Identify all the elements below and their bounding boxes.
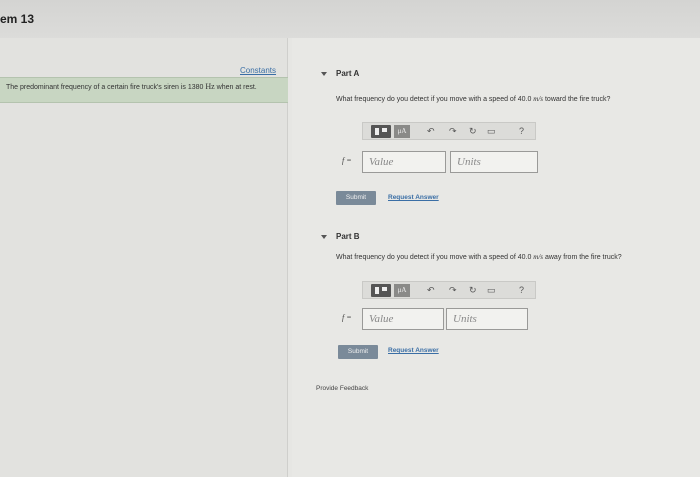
intro-unit: Hz	[205, 82, 215, 91]
intro-text: The predominant frequency of a certain f…	[6, 82, 276, 92]
help-icon[interactable]: ?	[519, 284, 524, 297]
problem-page: Constants The predominant frequency of a…	[0, 38, 700, 477]
units-symbol-button[interactable]: μA	[394, 284, 410, 297]
part-a-submit-button[interactable]: Submit	[336, 191, 376, 205]
templates-icon[interactable]	[371, 125, 391, 138]
intro-text-end: when at rest.	[216, 84, 257, 91]
part-b-question-unit: m/s	[533, 253, 544, 261]
part-b-variable-label: f =	[342, 313, 352, 322]
part-b-units-input[interactable]: Units	[446, 308, 528, 330]
templates-icon[interactable]	[371, 284, 391, 297]
provide-feedback-link[interactable]: Provide Feedback	[316, 385, 368, 392]
part-b-question-suffix: away from the fire truck?	[544, 254, 622, 261]
redo-icon[interactable]: ↷	[449, 284, 457, 297]
part-b-title[interactable]: Part B	[336, 232, 360, 241]
collapse-caret-icon[interactable]	[321, 72, 327, 76]
undo-icon[interactable]: ↶	[427, 284, 435, 297]
part-b-answer-row: f = Value Units	[342, 308, 528, 330]
problem-intro-pane: Constants The predominant frequency of a…	[0, 38, 288, 477]
intro-box: The predominant frequency of a certain f…	[0, 77, 288, 103]
part-b-request-answer-link[interactable]: Request Answer	[388, 347, 439, 354]
part-a-question-text: What frequency do you detect if you move…	[336, 96, 532, 103]
part-a-question-unit: m/s	[533, 95, 544, 103]
part-a-value-input[interactable]: Value	[362, 151, 446, 173]
part-b-math-toolbar: μA ↶ ↷ ↻ ▭ ?	[362, 281, 536, 299]
part-b-question-text: What frequency do you detect if you move…	[336, 254, 532, 261]
units-symbol-button[interactable]: μA	[394, 125, 410, 138]
part-b-question: What frequency do you detect if you move…	[336, 253, 622, 261]
part-a-variable-label: f =	[342, 156, 352, 165]
part-b-value-input[interactable]: Value	[362, 308, 444, 330]
part-a-question: What frequency do you detect if you move…	[336, 95, 610, 103]
problem-title: em 13	[0, 12, 35, 26]
parts-pane: Part A What frequency do you detect if y…	[292, 38, 700, 477]
undo-icon[interactable]: ↶	[427, 125, 435, 138]
part-a-question-suffix: toward the fire truck?	[544, 96, 611, 103]
keyboard-icon[interactable]: ▭	[487, 125, 496, 138]
intro-text-start: The predominant frequency of a certain f…	[6, 84, 204, 91]
part-a-answer-row: f = Value Units	[342, 151, 538, 173]
reset-icon[interactable]: ↻	[469, 284, 477, 297]
part-b-submit-button[interactable]: Submit	[338, 345, 378, 359]
keyboard-icon[interactable]: ▭	[487, 284, 496, 297]
part-a-request-answer-link[interactable]: Request Answer	[388, 194, 439, 201]
constants-link[interactable]: Constants	[240, 66, 276, 75]
part-a-math-toolbar: μA ↶ ↷ ↻ ▭ ?	[362, 122, 536, 140]
reset-icon[interactable]: ↻	[469, 125, 477, 138]
collapse-caret-icon[interactable]	[321, 235, 327, 239]
help-icon[interactable]: ?	[519, 125, 524, 138]
redo-icon[interactable]: ↷	[449, 125, 457, 138]
top-bar: em 13	[0, 0, 700, 40]
part-a-title[interactable]: Part A	[336, 69, 359, 78]
part-a-units-input[interactable]: Units	[450, 151, 538, 173]
